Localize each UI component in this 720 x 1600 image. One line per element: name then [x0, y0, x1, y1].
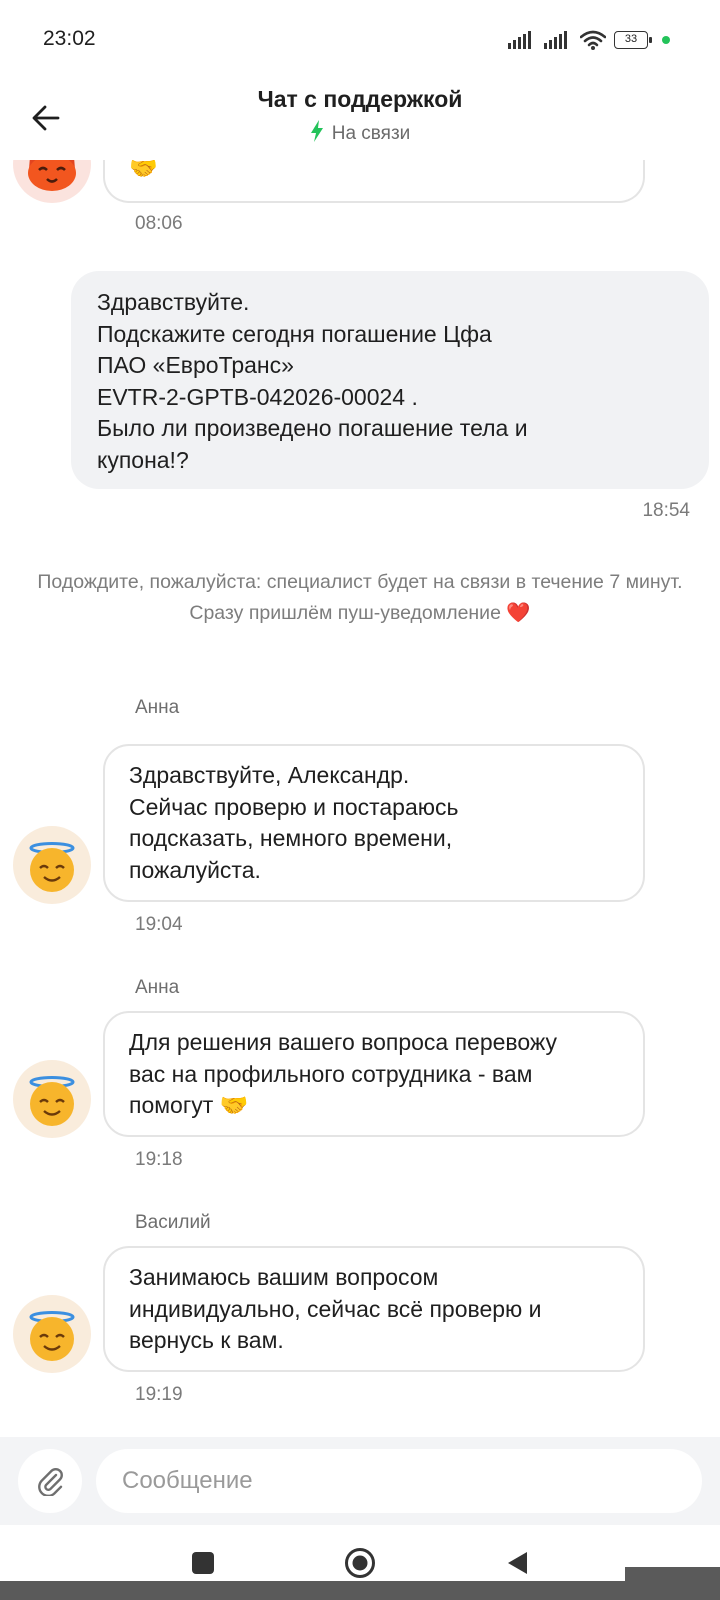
system-notice: Подождите, пожалуйста: специалист будет …	[20, 567, 700, 628]
status-icons: 33	[508, 29, 670, 51]
message-line: вас на профильного сотрудника - вам	[129, 1060, 533, 1087]
sender-name: Анна	[135, 697, 180, 718]
chat-header: Чат с поддержкой На связи	[0, 80, 720, 160]
message-time: 19:19	[135, 1384, 183, 1405]
lightning-icon	[310, 120, 323, 142]
status-time: 23:02	[43, 27, 96, 50]
chat-title: Чат с поддержкой	[257, 86, 463, 112]
paperclip-icon	[38, 1468, 63, 1496]
corner-bar	[625, 1567, 720, 1581]
bottom-strip	[0, 1581, 720, 1600]
signal-1-icon	[508, 31, 531, 49]
message-bubble[interactable]: Занимаюсь вашим вопросом индивидуально, …	[103, 1246, 645, 1372]
system-notice-line: Сразу пришлём пуш-уведомление ❤️	[189, 601, 531, 624]
back-nav-button[interactable]	[497, 1543, 537, 1583]
wifi-icon	[580, 30, 606, 50]
message-line: Было ли произведено погашение тела и	[97, 415, 528, 441]
message-bubble-outgoing[interactable]: Здравствуйте. Подскажите сегодня погашен…	[71, 271, 709, 489]
message-line: Для решения вашего вопроса перевожу	[129, 1029, 558, 1055]
home-circle-icon	[345, 1548, 375, 1578]
message-time: 19:04	[135, 914, 183, 935]
status-bar: 23:02 33	[0, 0, 720, 80]
sender-name: Василий	[135, 1212, 211, 1233]
online-status-text: На связи	[331, 123, 411, 144]
message-line: Занимаюсь вашим вопросом	[129, 1264, 439, 1290]
battery-indicator: 33	[614, 31, 652, 49]
online-status: На связи	[0, 120, 720, 145]
signal-2-icon	[544, 31, 567, 49]
avatar	[13, 1295, 91, 1373]
message-input[interactable]	[96, 1449, 702, 1513]
message-time: 08:06	[135, 213, 183, 234]
message-line: вернусь к вам.	[129, 1327, 284, 1353]
system-notice-line: Подождите, пожалуйста: специалист будет …	[37, 571, 683, 593]
message-line: Здравствуйте.	[97, 289, 250, 315]
privacy-dot-icon	[662, 36, 670, 44]
message-bubble[interactable]: Здравствуйте, Александр. Сейчас проверю …	[103, 744, 645, 902]
message-line: Сейчас проверю и постараюсь	[129, 793, 459, 820]
message-line: Подскажите сегодня погашение Цфа	[97, 320, 492, 347]
avatar	[13, 1060, 91, 1138]
avatar	[13, 826, 91, 904]
message-bubble[interactable]: Для решения вашего вопроса перевожу вас …	[103, 1011, 645, 1137]
home-button[interactable]	[340, 1543, 380, 1583]
message-composer	[0, 1437, 720, 1525]
recents-square-icon	[192, 1552, 214, 1574]
message-time: 19:18	[135, 1149, 183, 1170]
message-line: ПАО «ЕвроТранс»	[97, 352, 294, 378]
message-time: 18:54	[642, 500, 690, 521]
recents-button[interactable]	[183, 1543, 223, 1583]
message-line: индивидуально, сейчас всё проверю и	[129, 1295, 542, 1322]
message-line: купона!?	[97, 446, 189, 473]
sender-name: Анна	[135, 977, 180, 998]
message-line: Здравствуйте, Александр.	[129, 762, 410, 788]
angel-emoji-icon	[29, 1076, 75, 1126]
message-line: пожалуйста.	[129, 856, 261, 883]
angel-emoji-icon	[29, 842, 75, 892]
angel-emoji-icon	[29, 1311, 75, 1361]
message-line: помогут 🤝	[129, 1092, 249, 1118]
back-triangle-icon	[508, 1552, 527, 1574]
message-line: подсказать, немного времени,	[129, 825, 453, 851]
message-line: EVTR-2-GPTB-042026-00024 .	[97, 383, 418, 410]
attach-button[interactable]	[18, 1449, 82, 1513]
